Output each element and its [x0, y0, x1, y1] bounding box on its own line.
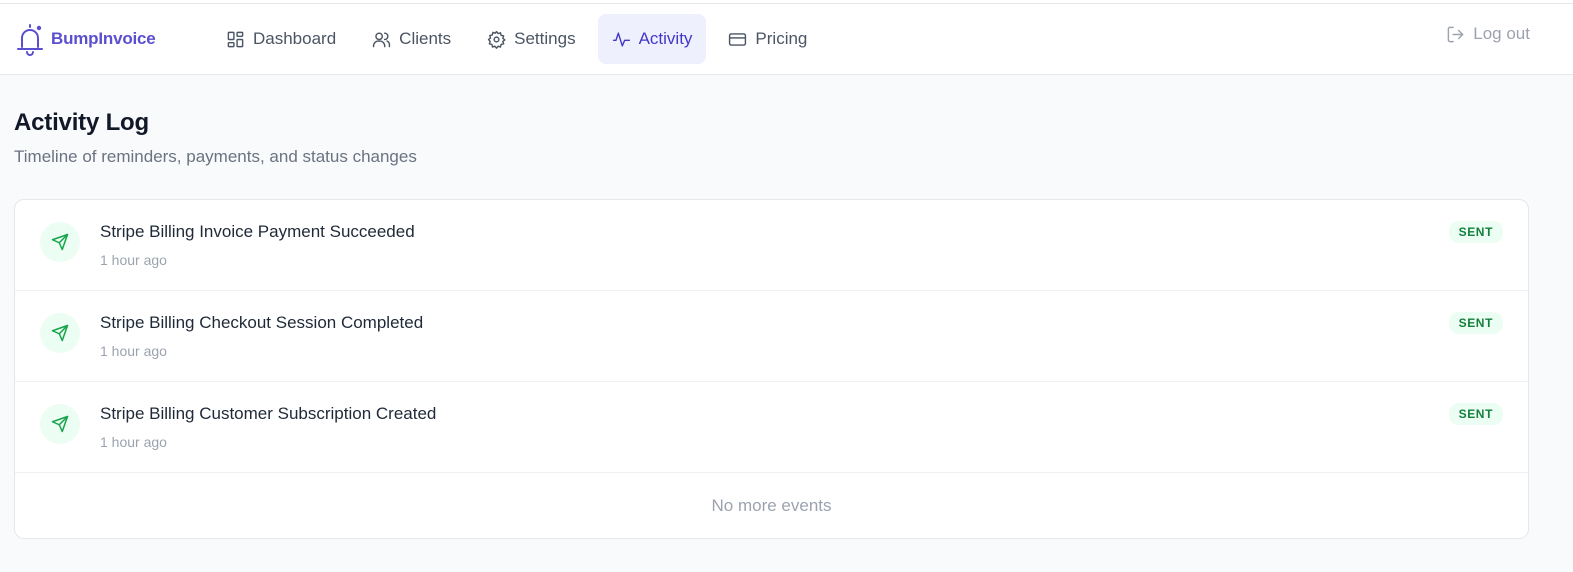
nav-item-dashboard[interactable]: Dashboard	[212, 14, 350, 64]
list-item[interactable]: Stripe Billing Invoice Payment Succeeded…	[15, 200, 1528, 291]
logout-icon	[1447, 26, 1464, 42]
send-icon	[51, 324, 69, 342]
page-subtitle: Timeline of reminders, payments, and sta…	[14, 147, 417, 166]
nav-item-pricing[interactable]: Pricing	[714, 14, 821, 64]
event-time: 1 hour ago	[100, 252, 167, 268]
nav-item-settings[interactable]: Settings	[473, 14, 589, 64]
dashboard-grid-icon	[227, 31, 244, 47]
event-time: 1 hour ago	[100, 343, 167, 359]
brand-logo[interactable]: BumpInvoice	[14, 21, 208, 57]
nav-item-label: Settings	[514, 29, 576, 48]
send-icon	[51, 415, 69, 433]
credit-card-icon	[729, 32, 747, 46]
list-item[interactable]: Stripe Billing Checkout Session Complete…	[15, 291, 1528, 382]
top-navbar: BumpInvoice Dashboard Clients Settings A…	[0, 4, 1573, 75]
status-badge: SENT	[1448, 403, 1503, 425]
nav-item-clients[interactable]: Clients	[358, 14, 465, 64]
event-title: Stripe Billing Invoice Payment Succeeded	[100, 222, 415, 241]
list-item[interactable]: Stripe Billing Customer Subscription Cre…	[15, 382, 1528, 473]
main-nav: Dashboard Clients Settings Activity Pric…	[212, 14, 821, 64]
logout-label: Log out	[1473, 24, 1530, 43]
event-icon-badge	[40, 313, 80, 353]
status-badge: SENT	[1448, 221, 1503, 243]
event-text: Stripe Billing Checkout Session Complete…	[100, 313, 423, 359]
status-badge: SENT	[1448, 312, 1503, 334]
nav-item-label: Clients	[399, 29, 452, 48]
event-text: Stripe Billing Customer Subscription Cre…	[100, 404, 436, 450]
event-text: Stripe Billing Invoice Payment Succeeded…	[100, 222, 415, 268]
nav-item-activity[interactable]: Activity	[597, 14, 707, 64]
logout-button[interactable]: Log out	[1446, 24, 1530, 44]
main-content: Activity Log Timeline of reminders, paym…	[0, 109, 1573, 539]
nav-item-label: Dashboard	[253, 29, 337, 48]
event-icon-badge	[40, 404, 80, 444]
list-end-message: No more events	[711, 495, 832, 515]
nav-item-label: Activity	[638, 29, 693, 48]
event-title: Stripe Billing Checkout Session Complete…	[100, 313, 424, 332]
nav-item-label: Pricing	[755, 29, 808, 48]
activity-list: Stripe Billing Invoice Payment Succeeded…	[14, 199, 1529, 539]
page-title: Activity Log	[14, 109, 149, 136]
send-icon	[51, 233, 69, 251]
users-icon	[373, 31, 391, 47]
event-icon-badge	[40, 222, 80, 262]
event-time: 1 hour ago	[100, 434, 167, 450]
gear-icon	[488, 30, 506, 49]
brand-name: BumpInvoice	[51, 29, 156, 48]
event-title: Stripe Billing Customer Subscription Cre…	[100, 404, 437, 423]
activity-pulse-icon	[612, 31, 630, 47]
bell-icon	[17, 24, 43, 56]
